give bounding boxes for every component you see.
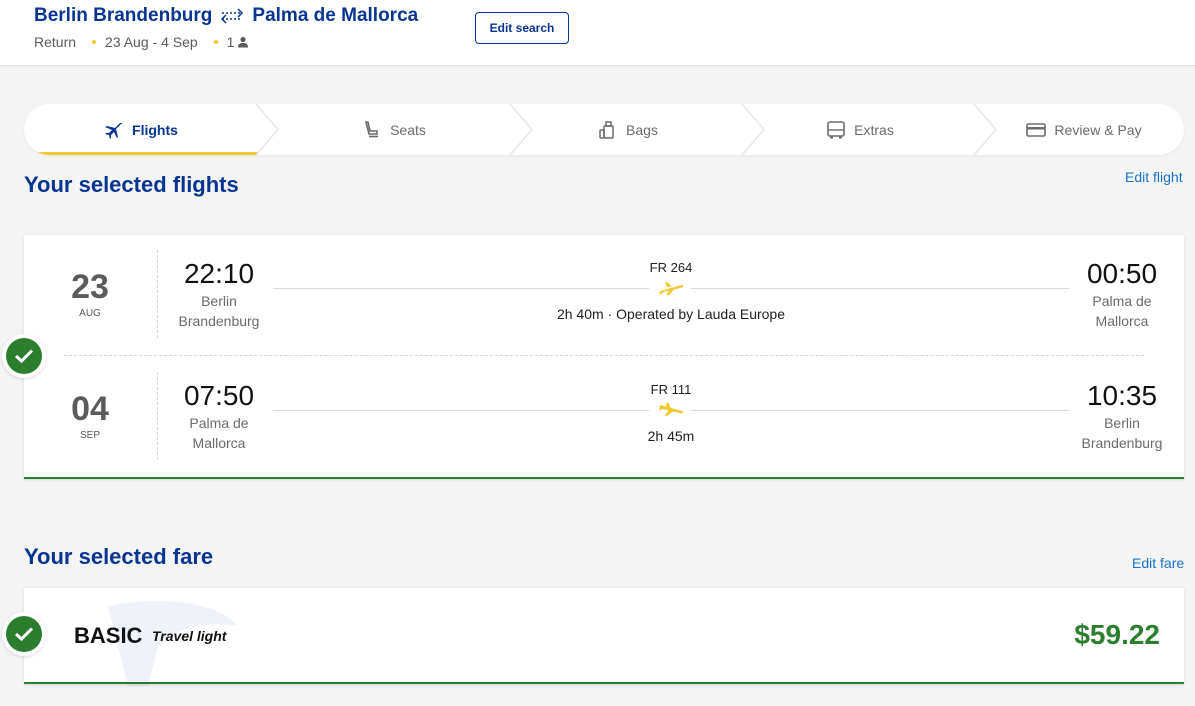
departure-airport: Berlin Brandenburg: [178, 293, 260, 329]
step-label: Seats: [390, 121, 426, 138]
fare-price: $59.22: [1074, 619, 1160, 650]
departure-time: 22:10: [183, 258, 255, 289]
step-flights[interactable]: Flights: [24, 104, 258, 155]
flight-day: 23: [71, 268, 109, 306]
arrival-time: 00:50: [1086, 258, 1158, 289]
flight-number: FR 264: [649, 260, 693, 275]
outbound-flight: 23 AUG 22:10 Berlin Brandenburg FR 264 2…: [24, 250, 1184, 350]
edit-fare-link[interactable]: Edit fare: [1132, 555, 1184, 571]
return-flight: 04 SEP 07:50 Palma de Mallorca FR 111 2h…: [24, 372, 1184, 472]
step-seats[interactable]: Seats: [278, 104, 510, 155]
selected-flights-title: Your selected flights: [24, 172, 239, 197]
separator-dot: [92, 40, 97, 44]
person-icon: [238, 36, 249, 48]
step-label: Flights: [132, 121, 178, 138]
fare-name: BASIC: [74, 623, 143, 648]
flights-selected-check: [2, 334, 46, 378]
flight-day: 04: [71, 390, 109, 428]
flight-info: 2h 40m · Operated by Lauda Europe: [556, 306, 786, 322]
plane-icon: [659, 282, 684, 295]
trip-meta: Return 23 Aug - 4 Sep 1: [34, 34, 249, 50]
booking-stepper: Flights Seats Bags Extras Review & Pay: [24, 104, 1184, 155]
card-icon: [1026, 122, 1047, 137]
edit-flight-link[interactable]: Edit flight: [1125, 169, 1183, 185]
fare-tagline: Travel light: [152, 628, 227, 644]
flight-date: 04 SEP: [54, 390, 126, 441]
date-divider: [157, 250, 158, 338]
arrival-time: 10:35: [1086, 380, 1158, 411]
route-line: [691, 410, 1069, 411]
step-label: Extras: [854, 121, 894, 138]
bag-icon: [599, 120, 614, 139]
departure-airport: Palma de Mallorca: [189, 415, 249, 451]
flight-month: AUG: [79, 308, 101, 319]
route-title: Berlin Brandenburg Palma de Mallorca: [34, 5, 418, 27]
round-trip-arrows-icon: [221, 8, 244, 24]
flight-track: FR 111 2h 45m: [273, 382, 1069, 462]
step-label: Review & Pay: [1054, 121, 1142, 138]
fare-selected-check: [2, 612, 46, 656]
arrival-airport: Palma de Mallorca: [1092, 293, 1152, 329]
edit-search-button[interactable]: Edit search: [475, 12, 569, 44]
arrival: 00:50 Palma de Mallorca: [1067, 258, 1177, 331]
flight-separator: [64, 355, 1144, 356]
step-label: Bags: [626, 121, 658, 138]
separator-dot: [213, 40, 218, 44]
bus-icon: [827, 120, 845, 138]
date-divider: [157, 372, 158, 460]
flight-track: FR 264 2h 40m · Operated by Lauda Europe: [273, 260, 1069, 340]
passenger-count: 1: [226, 34, 235, 50]
plane-landing-icon: [659, 402, 684, 416]
departure-time: 07:50: [183, 380, 255, 411]
route-line: [273, 288, 649, 289]
origin-city: Berlin Brandenburg: [34, 5, 213, 26]
fare-card: BASIC Travel light $59.22: [24, 588, 1184, 686]
seat-icon: [365, 120, 379, 137]
trip-summary-header: Berlin Brandenburg Palma de Mallorca Ret…: [0, 0, 1195, 66]
checkmark-icon: [14, 627, 34, 642]
step-separator: [256, 104, 279, 155]
step-extras[interactable]: Extras: [744, 104, 976, 155]
flight-date: 23 AUG: [54, 268, 126, 319]
route-line: [273, 410, 649, 411]
arrival: 10:35 Berlin Brandenburg: [1067, 380, 1177, 453]
trip-type: Return: [34, 34, 77, 50]
flight-month: SEP: [79, 430, 100, 441]
checkmark-icon: [14, 349, 34, 364]
plane-icon: [105, 122, 124, 139]
flights-card: 23 AUG 22:10 Berlin Brandenburg FR 264 2…: [24, 235, 1184, 479]
step-bags[interactable]: Bags: [512, 104, 744, 155]
flight-number: FR 111: [650, 382, 692, 397]
selected-fare-title: Your selected fare: [24, 544, 214, 569]
trip-dates: 23 Aug - 4 Sep: [105, 34, 198, 50]
route-line: [691, 288, 1069, 289]
departure: 22:10 Berlin Brandenburg: [164, 258, 274, 331]
destination-city: Palma de Mallorca: [252, 5, 419, 26]
flight-info: 2h 45m: [647, 428, 695, 444]
arrival-airport: Berlin Brandenburg: [1081, 415, 1163, 451]
step-review-pay[interactable]: Review & Pay: [984, 104, 1184, 155]
departure: 07:50 Palma de Mallorca: [164, 380, 274, 453]
